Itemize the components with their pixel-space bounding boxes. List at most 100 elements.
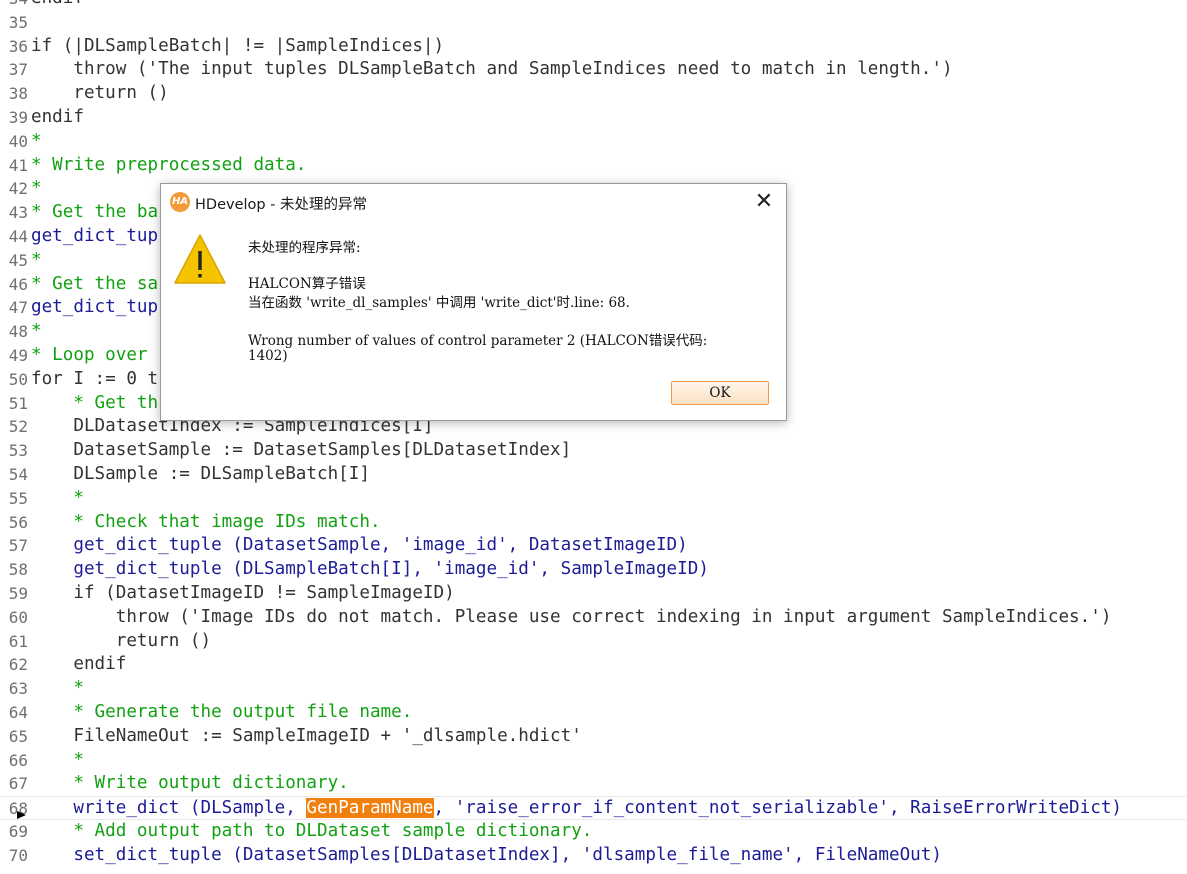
code-text: return () — [31, 83, 169, 104]
hdevelop-app-icon: HA — [170, 192, 190, 212]
line-number: 67 — [8, 774, 28, 794]
code-segment: , 'raise_error_if_content_not_serializab… — [433, 798, 1123, 819]
code-line[interactable]: 54 DLSample := DLSampleBatch[I] — [0, 463, 1187, 487]
dialog-title: HDevelop - 未处理的异常 — [195, 197, 368, 213]
line-number: 34 — [0, 0, 28, 11]
error-location: 当在函数 'write_dl_samples' 中调用 'write_dict'… — [248, 295, 630, 311]
code-line[interactable]: 36 if (|DLSampleBatch| != |SampleIndices|… — [0, 35, 1187, 59]
line-number: 37 — [8, 60, 28, 80]
code-text: for I := 0 t — [31, 368, 159, 389]
line-number: 58 — [8, 560, 28, 580]
line-number: 39 — [8, 107, 28, 127]
code-line[interactable]: 35 — [0, 11, 1187, 35]
code-line[interactable]: 69 * Add output path to DLDataset sample… — [0, 820, 1187, 844]
line-number: 60 — [8, 607, 28, 627]
code-text: throw ('The input tuples DLSampleBatch a… — [31, 59, 953, 80]
code-line[interactable]: 70 set_dict_tuple (DatasetSamples[DLData… — [0, 844, 1187, 868]
code-line[interactable]: 41 * Write preprocessed data. — [0, 154, 1187, 178]
line-number: 55 — [8, 488, 28, 508]
code-text: * — [31, 487, 84, 508]
code-text: DatasetSample := DatasetSamples[DLDatase… — [31, 440, 572, 461]
code-line[interactable]: 37 throw ('The input tuples DLSampleBatc… — [0, 58, 1187, 82]
code-text: endif — [31, 654, 127, 675]
code-line[interactable]: 55 * — [0, 487, 1187, 511]
line-number: 59 — [8, 583, 28, 603]
code-line[interactable]: 59 if (DatasetImageID != SampleImageID) — [0, 582, 1187, 606]
exception-dialog: HA HDevelop - 未处理的异常 ✕ 未处理的程序异常: HALCON算… — [160, 183, 787, 421]
line-number: 35 — [8, 12, 28, 32]
line-number: 61 — [8, 631, 28, 651]
error-parameter-highlight: GenParamName — [306, 798, 434, 819]
code-text: if (|DLSampleBatch| != |SampleIndices|) — [31, 35, 445, 56]
code-text: return () — [31, 630, 212, 651]
code-text: * Check that image IDs match. — [31, 511, 381, 532]
line-number: 64 — [8, 702, 28, 722]
code-line[interactable]: 64 * Generate the output file name. — [0, 701, 1187, 725]
line-number: 51 — [8, 393, 28, 413]
code-text: * — [31, 321, 42, 342]
code-line[interactable]: 38 return () — [0, 82, 1187, 106]
line-number: 47 — [8, 298, 28, 318]
line-number: 54 — [8, 464, 28, 484]
error-detail-line-1: Wrong number of values of control parame… — [248, 333, 708, 349]
warning-icon — [174, 234, 226, 284]
ok-button[interactable]: OK — [671, 381, 769, 405]
code-line[interactable]: 40 * — [0, 130, 1187, 154]
code-text: get_dict_tup — [31, 297, 159, 318]
line-number: 43 — [8, 203, 28, 223]
code-line[interactable]: 34endif — [0, 0, 1187, 11]
code-text: FileNameOut := SampleImageID + '_dlsampl… — [31, 725, 582, 746]
code-text: * — [31, 178, 42, 199]
line-number: 66 — [8, 750, 28, 770]
code-editor[interactable]: 34endif3536if (|DLSampleBatch| != |Sampl… — [0, 0, 1187, 867]
code-line[interactable]: 53 DatasetSample := DatasetSamples[DLDat… — [0, 439, 1187, 463]
line-number: 46 — [8, 274, 28, 294]
code-line[interactable]: 58 get_dict_tuple (DLSampleBatch[I], 'im… — [0, 558, 1187, 582]
error-detail-line-2: 1402) — [248, 348, 288, 364]
line-number: 36 — [8, 36, 28, 56]
code-text: * Add output path to DLDataset sample di… — [31, 820, 593, 841]
code-line[interactable]: 65 FileNameOut := SampleImageID + '_dlsa… — [0, 725, 1187, 749]
code-text: * Write output dictionary. — [31, 773, 349, 794]
close-button[interactable]: ✕ — [742, 184, 786, 220]
line-number: 52 — [8, 417, 28, 437]
code-segment: write_dict (DLSample, — [31, 798, 307, 819]
line-number: 62 — [8, 655, 28, 675]
line-number: 57 — [8, 536, 28, 556]
dialog-titlebar: HA HDevelop - 未处理的异常 ✕ — [161, 184, 786, 220]
code-text: DLSample := DLSampleBatch[I] — [31, 463, 370, 484]
code-line[interactable]: 62 endif — [0, 653, 1187, 677]
line-number: 40 — [8, 131, 28, 151]
line-number: 42 — [8, 179, 28, 199]
message-header: 未处理的程序异常: — [248, 240, 361, 256]
code-line[interactable]: 60 throw ('Image IDs do not match. Pleas… — [0, 606, 1187, 630]
code-line[interactable]: 57 get_dict_tuple (DatasetSample, 'image… — [0, 534, 1187, 558]
code-text: * — [31, 678, 84, 699]
code-line[interactable]: 67 * Write output dictionary. — [0, 772, 1187, 796]
code-text: set_dict_tuple (DatasetSamples[DLDataset… — [31, 844, 942, 865]
program-counter-icon — [17, 811, 26, 820]
code-text: * — [31, 249, 42, 270]
line-number: 70 — [8, 845, 28, 865]
error-title: HALCON算子错误 — [248, 276, 366, 292]
line-number: 69 — [8, 821, 28, 841]
code-text: get_dict_tuple (DLSampleBatch[I], 'image… — [31, 559, 709, 580]
code-text: write_dict (DLSample, GenParamName, 'rai… — [31, 797, 1122, 821]
code-text: get_dict_tup — [31, 225, 159, 246]
code-line[interactable]: 66 * — [0, 749, 1187, 773]
code-line[interactable]: 61 return () — [0, 630, 1187, 654]
code-line[interactable]: 63 * — [0, 677, 1187, 701]
code-line[interactable]: 56 * Check that image IDs match. — [0, 511, 1187, 535]
line-number: 50 — [8, 369, 28, 389]
line-number: 48 — [8, 322, 28, 342]
code-text: throw ('Image IDs do not match. Please u… — [31, 606, 1112, 627]
current-code-line[interactable]: 68 write_dict (DLSample, GenParamName, '… — [0, 796, 1187, 820]
line-number: 53 — [8, 441, 28, 461]
code-line[interactable]: 39 endif — [0, 106, 1187, 130]
code-text: * Generate the output file name. — [31, 701, 413, 722]
code-text: * Get the sa — [31, 273, 159, 294]
code-text: * — [31, 749, 84, 770]
line-number: 63 — [8, 679, 28, 699]
line-number: 41 — [8, 155, 28, 175]
line-number: 65 — [8, 726, 28, 746]
